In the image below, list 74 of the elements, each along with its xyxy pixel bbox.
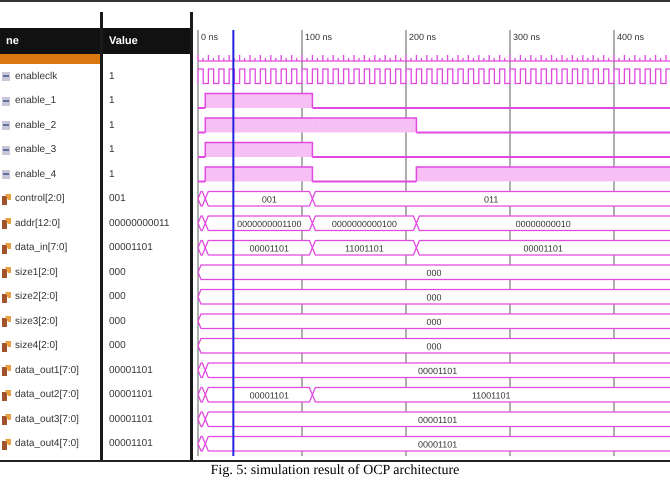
column-header[interactable]: Value: [103, 28, 190, 54]
column-header[interactable]: ne: [0, 28, 100, 54]
signal-value: 1: [109, 168, 115, 180]
signal-value: 00000000011: [109, 218, 170, 229]
signal-name[interactable]: enable_2: [15, 120, 56, 131]
bus-value: 00000000010: [516, 218, 571, 229]
signal-value: 000: [109, 291, 126, 302]
time-label: 100 ns: [305, 32, 332, 42]
time-label: 200 ns: [409, 32, 436, 42]
bus-value: 11001101: [472, 390, 511, 400]
signal-name[interactable]: enable_4: [15, 168, 56, 180]
bus-signal-icon: [2, 217, 11, 230]
bus-value: 000: [426, 292, 442, 302]
signal-value: 000: [109, 266, 126, 278]
signal-value: 1: [109, 120, 115, 131]
signal-name[interactable]: enable_1: [15, 95, 56, 106]
signal-name[interactable]: data_out1[7:0]: [15, 364, 79, 376]
signal-value: 1: [109, 144, 115, 156]
bus-value: 011: [484, 194, 498, 204]
signal-name[interactable]: size1[2:0]: [15, 266, 58, 278]
signal-name[interactable]: addr[12:0]: [15, 218, 60, 229]
bus-signal-icon: [2, 192, 11, 205]
bus-signal-icon: [2, 242, 11, 254]
signal-value: 001: [109, 193, 126, 204]
cursor-line[interactable]: [232, 30, 234, 456]
bus-signal-icon: [2, 438, 11, 450]
bus-value: 00001101: [250, 243, 290, 254]
bus-value: 00001101: [418, 414, 458, 425]
bus-signal-icon: [2, 388, 11, 401]
bus-value: 00001101: [418, 366, 458, 376]
bus-value: 000: [426, 316, 442, 327]
bus-signal-icon: [2, 266, 11, 278]
signal-name[interactable]: data_out4[7:0]: [15, 438, 79, 450]
bus-value: 0000000001100: [237, 218, 302, 229]
signal-name[interactable]: data_out2[7:0]: [15, 389, 79, 400]
signal-name[interactable]: data_out3[7:0]: [15, 414, 79, 425]
figure-caption: Fig. 5: simulation result of OCP architecture: [210, 463, 460, 478]
signal-value: 00001101: [109, 389, 153, 400]
signal-name[interactable]: data_in[7:0]: [15, 242, 68, 254]
signal-value: 00001101: [109, 438, 153, 450]
bus-signal-icon: [2, 364, 11, 376]
signal-icon: [2, 119, 11, 132]
bus-signal-icon: [2, 315, 11, 328]
bus-signal-icon: [2, 290, 11, 303]
time-label: 400 ns: [617, 32, 644, 42]
signal-icon: [2, 168, 11, 180]
signal-value: 00001101: [109, 364, 153, 376]
time-label: 300 ns: [513, 32, 540, 42]
bus-value: 00001101: [418, 439, 458, 450]
bus-value: 000: [426, 341, 442, 352]
bus-value: 001: [262, 194, 277, 204]
signal-value: 1: [109, 70, 115, 82]
bus-value: 00001101: [250, 390, 290, 400]
signal-name[interactable]: size3[2:0]: [15, 316, 58, 327]
bus-signal-icon: [2, 413, 11, 426]
signal-value: 00001101: [109, 414, 153, 425]
signal-name[interactable]: enableclk: [15, 70, 58, 82]
time-label: 0 ns: [201, 32, 218, 42]
signal-name[interactable]: size4[2:0]: [15, 340, 58, 352]
signal-icon: [2, 70, 11, 82]
signal-value: 00001101: [109, 242, 153, 254]
signal-icon: [2, 144, 11, 156]
bus-value: 00001101: [524, 243, 563, 254]
signal-value: 1: [109, 95, 115, 106]
signal-icon: [2, 94, 11, 107]
signal-value: 000: [109, 316, 126, 327]
signal-name[interactable]: control[2:0]: [15, 193, 64, 204]
bus-value: 11001101: [345, 243, 384, 254]
signal-name[interactable]: size2[2:0]: [15, 291, 58, 302]
signal-name[interactable]: enable_3: [15, 144, 56, 156]
bus-value: 0000000000100: [332, 218, 397, 229]
bus-value: 000: [426, 268, 442, 278]
signal-value: 000: [109, 340, 126, 352]
bus-signal-icon: [2, 340, 11, 352]
